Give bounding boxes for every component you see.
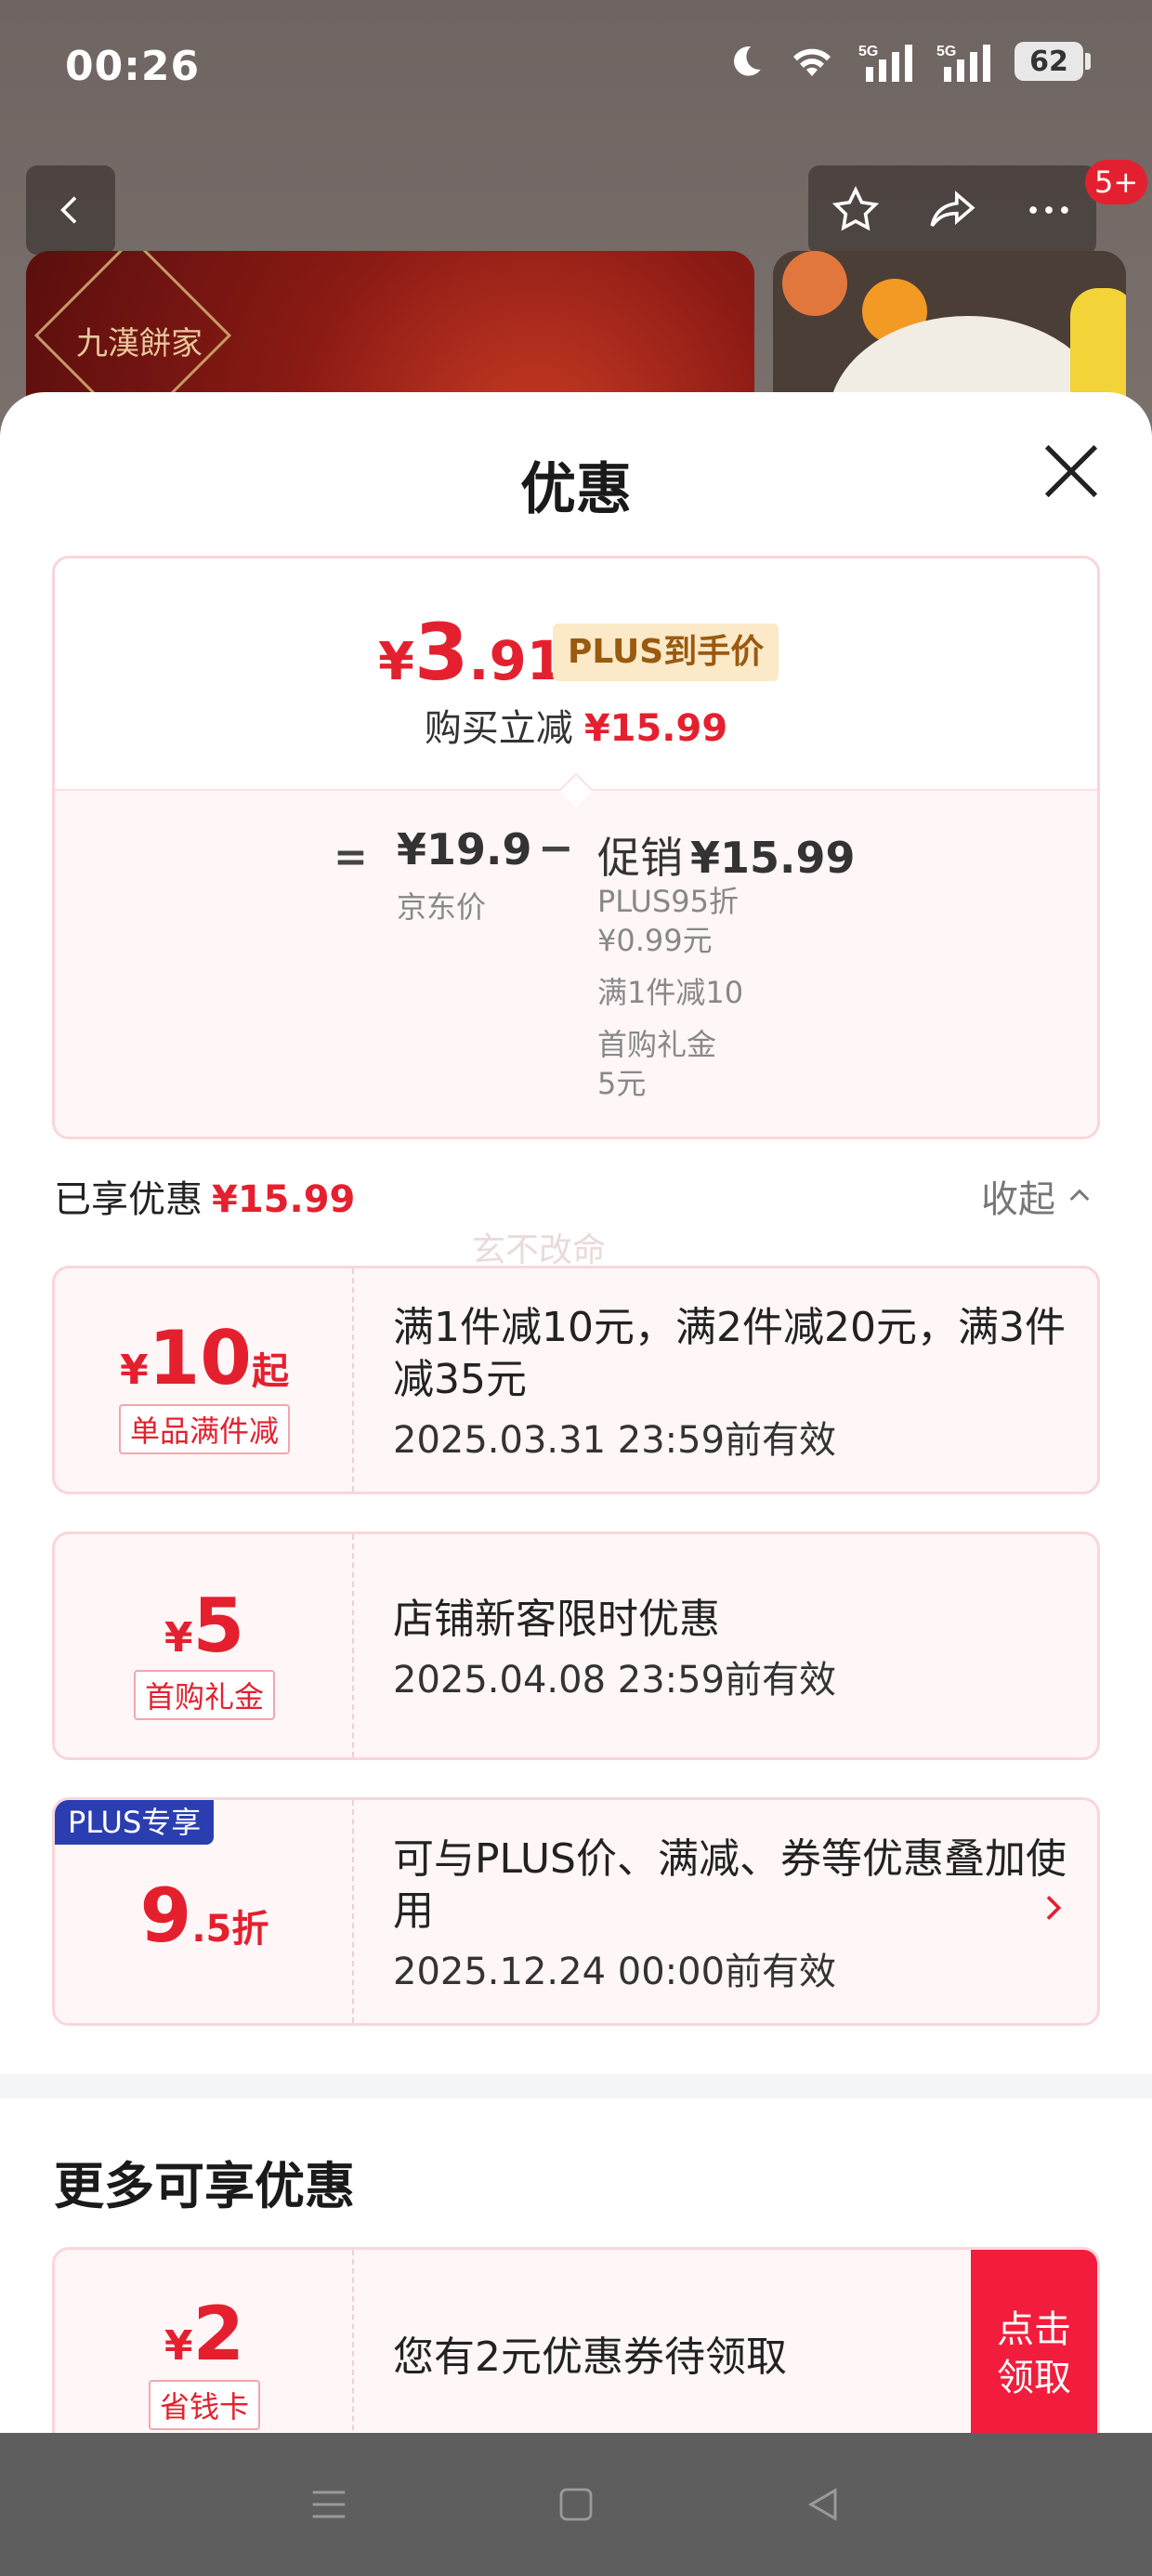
back-button[interactable] [26,165,115,255]
reduce-label: 购买立减 [424,707,573,750]
home-square-icon[interactable] [554,2482,598,2527]
price-breakdown-card: ¥3.91 PLUS到手价 购买立减 ¥15.99 = ¥19.9 京东价 − 促… [52,556,1100,1139]
coupon-amount: ¥5 [164,1583,245,1669]
chevron-up-icon [1069,1189,1090,1202]
final-price: ¥3.91 [378,607,565,698]
coupon-value-panel: ¥10起 单品满件减 [55,1268,354,1492]
svg-text:5G: 5G [936,44,956,59]
coupon-value-panel: ¥2 省钱卡 [55,2250,354,2458]
coupon-card[interactable]: ¥10起 单品满件减 满1件减10元，满2件减20元，满3件减35元 2025.… [52,1266,1100,1494]
section-divider [0,2074,1152,2098]
food-image-fruit [782,251,847,316]
promo-detail: 首购礼金 [597,1027,717,1062]
coupon-description: 可与PLUS价、满减、券等优惠叠加使用 [393,1835,1067,1935]
signal-5g-icon-2: 5G [936,44,990,82]
message-badge: 5+ [1085,160,1148,204]
battery-indicator: 62 [1015,42,1091,81]
jd-price: ¥19.9 [397,824,532,874]
coupon-type-tag: 单品满件减 [55,1404,354,1454]
enjoyed-label: 已享优惠 [54,1178,203,1221]
coupon-description: 店铺新客限时优惠 [393,1596,720,1643]
status-icons: 5G 5G 62 [727,41,1091,82]
coupon-type-tag: 省钱卡 [55,2380,354,2430]
promo-detail: ¥0.99元 [597,923,713,958]
equals-sign: = [334,834,368,881]
status-time: 00:26 [65,43,201,90]
promo-total: 促销 ¥15.99 [597,833,856,883]
minus-sign: − [538,822,574,873]
status-bar: 00:26 5G 5G 62 [0,0,1152,139]
instant-reduce: 购买立减 ¥15.99 [55,698,1097,752]
svg-text:5G: 5G [858,44,878,59]
sheet-title: 优惠 [520,457,632,522]
more-icon[interactable] [1022,183,1076,237]
chevron-right-icon[interactable] [1034,1889,1071,1926]
signal-5g-icon: 5G [858,44,912,82]
star-icon[interactable] [829,183,883,237]
plus-coupon-card[interactable]: 9.5折 PLUS专享 可与PLUS价、满减、券等优惠叠加使用 2025.12.… [52,1797,1100,2026]
promo-detail: 5元 [597,1066,647,1101]
back-triangle-icon[interactable] [799,2480,847,2529]
share-icon[interactable] [923,183,981,237]
watermark: 玄不改命 [472,1231,607,1269]
reduce-value: ¥15.99 [583,707,728,750]
system-navigation-bar [0,2433,1152,2576]
enjoyed-discount: 已享优惠 ¥15.99 [54,1169,355,1223]
more-discounts-title: 更多可享优惠 [54,2157,355,2215]
brand-logo-text: 九漢餅家 [76,325,203,362]
promo-detail: 满1件减10 [597,975,744,1010]
wifi-icon [793,48,831,76]
coupon-expiry: 2025.04.08 23:59前有效 [393,1659,837,1702]
nav-actions [808,165,1096,255]
coupon-amount: ¥2 [164,2291,245,2377]
close-icon[interactable] [1039,439,1104,504]
menu-icon[interactable] [305,2480,353,2529]
plus-exclusive-badge: PLUS专享 [55,1800,215,1845]
coupon-amount: ¥10起 [120,1315,289,1401]
coupon-card[interactable]: ¥5 首购礼金 店铺新客限时优惠 2025.04.08 23:59前有效 [52,1531,1100,1760]
coupon-expiry: 2025.03.31 23:59前有效 [393,1419,837,1462]
price-summary: ¥3.91 PLUS到手价 购买立减 ¥15.99 [55,559,1097,789]
plus-price-tag: PLUS到手价 [553,624,779,681]
jd-price-label: 京东价 [397,889,487,925]
price-calculation: = ¥19.9 京东价 − 促销 ¥15.99 PLUS95折 ¥0.99元 满1… [55,789,1097,1137]
coupon-description: 满1件减10元，满2件减20元，满3件减35元 [393,1304,1066,1403]
savings-card-coupon[interactable]: ¥2 省钱卡 您有2元优惠券待领取 点击 领取 [52,2247,1100,2461]
moon-icon [734,46,761,76]
promo-detail: PLUS95折 [597,884,739,919]
collapse-label: 收起 [981,1178,1055,1221]
claim-coupon-button[interactable]: 点击 领取 [971,2250,1097,2458]
enjoyed-value: ¥15.99 [212,1178,356,1221]
coupon-value-panel: ¥5 首购礼金 [55,1534,354,1757]
chevron-left-icon [60,196,77,224]
coupon-type-tag: 首购礼金 [55,1670,354,1720]
coupon-amount: 9.5折 [139,1873,269,1959]
coupon-expiry: 2025.12.24 00:00前有效 [393,1951,837,1993]
collapse-button[interactable]: 收起 [981,1169,1094,1223]
discount-sheet: 优惠 ¥3.91 PLUS到手价 购买立减 ¥15.99 = ¥19.9 京东价 … [0,392,1152,2576]
